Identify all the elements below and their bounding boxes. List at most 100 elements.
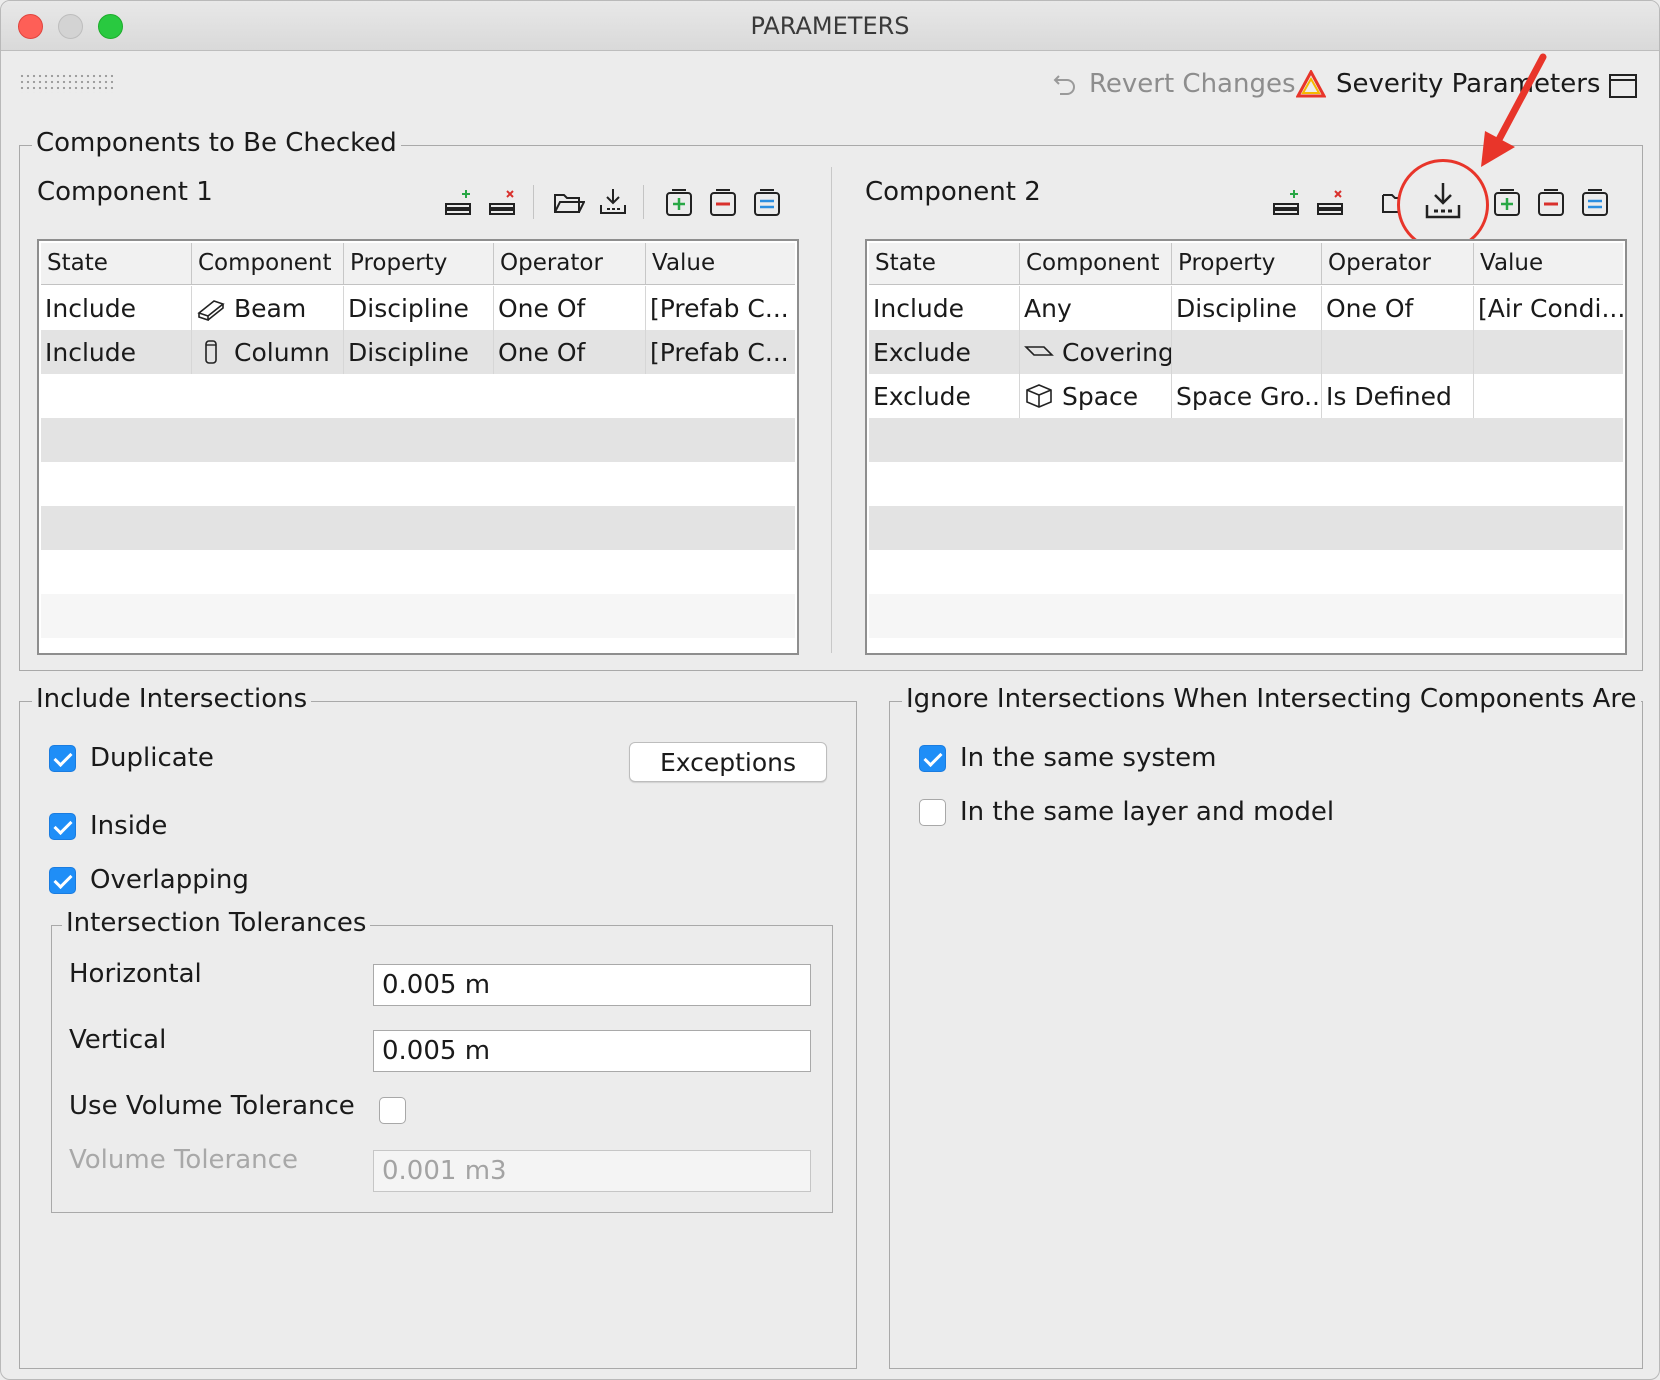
add-group-icon[interactable] bbox=[1491, 187, 1523, 217]
horizontal-field[interactable]: 0.005 m bbox=[373, 964, 811, 1006]
column-header[interactable]: Component bbox=[1020, 243, 1172, 284]
remove-group-icon[interactable] bbox=[1535, 187, 1567, 217]
table-row-empty bbox=[41, 374, 795, 418]
table-row-empty bbox=[41, 506, 795, 550]
property-cell: Space Gro... bbox=[1172, 374, 1322, 418]
remove-group-icon[interactable] bbox=[707, 187, 739, 217]
same-layer-checkbox[interactable] bbox=[919, 798, 946, 826]
open-folder-icon[interactable] bbox=[553, 187, 585, 217]
equal-group-icon[interactable] bbox=[1579, 187, 1611, 217]
title-bar: PARAMETERS bbox=[1, 1, 1659, 51]
component-divider bbox=[831, 167, 832, 653]
value-cell bbox=[1474, 374, 1623, 418]
table-row-empty bbox=[41, 462, 795, 506]
toolbar-separator bbox=[533, 185, 534, 219]
property-cell: Discipline bbox=[1172, 286, 1322, 330]
vertical-label: Vertical bbox=[69, 1025, 167, 1055]
component-name: Space bbox=[1062, 381, 1139, 411]
same-system-checkbox-row[interactable]: In the same system bbox=[919, 743, 1216, 773]
table-row[interactable]: Include Column Discipline One Of [Prefab… bbox=[41, 330, 795, 374]
equal-group-icon[interactable] bbox=[751, 187, 783, 217]
state-cell: Exclude bbox=[869, 374, 1020, 418]
operator-cell: One Of bbox=[1322, 286, 1474, 330]
column-icon bbox=[205, 340, 217, 364]
property-cell: Discipline bbox=[344, 286, 494, 330]
state-cell: Exclude bbox=[869, 330, 1020, 374]
import-icon[interactable] bbox=[597, 187, 629, 217]
horizontal-label: Horizontal bbox=[69, 959, 202, 989]
same-layer-checkbox-row[interactable]: In the same layer and model bbox=[919, 797, 1334, 827]
overlapping-checkbox-row[interactable]: Overlapping bbox=[49, 865, 249, 895]
table-row[interactable]: Exclude Space Space Gro... Is Defined bbox=[869, 374, 1623, 418]
duplicate-checkbox[interactable] bbox=[49, 744, 76, 772]
same-system-checkbox[interactable] bbox=[919, 744, 946, 772]
column-header[interactable]: Property bbox=[1172, 243, 1322, 284]
component-1-table[interactable]: State Component Property Operator Value … bbox=[37, 239, 799, 655]
table-row-empty bbox=[41, 594, 795, 638]
revert-changes-label: Revert Changes bbox=[1089, 69, 1296, 99]
delete-row-icon[interactable] bbox=[487, 187, 519, 217]
component-name: Beam bbox=[234, 293, 307, 323]
state-cell: Include bbox=[41, 286, 192, 330]
value-cell: [Air Condi... bbox=[1478, 293, 1623, 323]
warning-triangle-icon bbox=[1296, 70, 1326, 98]
operator-cell: Is Defined bbox=[1322, 374, 1474, 418]
table-row-empty bbox=[869, 594, 1623, 638]
duplicate-label: Duplicate bbox=[90, 743, 214, 773]
column-header[interactable]: Property bbox=[344, 243, 494, 284]
revert-changes-button[interactable]: Revert Changes bbox=[1051, 69, 1296, 99]
add-row-icon[interactable] bbox=[1271, 187, 1303, 217]
use-volume-tolerance-checkbox[interactable] bbox=[379, 1097, 406, 1124]
space-icon bbox=[1026, 384, 1052, 408]
inside-checkbox[interactable] bbox=[49, 812, 76, 840]
column-header[interactable]: Component bbox=[192, 243, 344, 284]
vertical-field[interactable]: 0.005 m bbox=[373, 1030, 811, 1072]
covering-icon bbox=[1024, 346, 1054, 356]
inside-label: Inside bbox=[90, 811, 168, 841]
same-layer-label: In the same layer and model bbox=[960, 797, 1335, 827]
operator-cell: One Of bbox=[494, 286, 646, 330]
column-header[interactable]: Operator bbox=[494, 243, 646, 284]
column-header[interactable]: Operator bbox=[1322, 243, 1474, 284]
overlapping-label: Overlapping bbox=[90, 865, 249, 895]
column-header[interactable]: Value bbox=[1474, 243, 1623, 284]
table-row[interactable]: Include Any Discipline One Of [Air Condi… bbox=[869, 286, 1623, 330]
state-cell: Include bbox=[41, 330, 192, 374]
value-cell: [Prefab C... bbox=[650, 293, 789, 323]
component-1-label: Component 1 bbox=[37, 177, 213, 207]
inside-checkbox-row[interactable]: Inside bbox=[49, 811, 167, 841]
table-row-empty bbox=[41, 418, 795, 462]
component-cell: Beam bbox=[192, 286, 344, 330]
column-header[interactable]: Value bbox=[646, 243, 795, 284]
exceptions-button[interactable]: Exceptions bbox=[629, 742, 827, 782]
component-2-label: Component 2 bbox=[865, 177, 1041, 207]
component-cell: Space bbox=[1020, 374, 1172, 418]
add-row-icon[interactable] bbox=[443, 187, 475, 217]
column-header[interactable]: State bbox=[41, 243, 192, 284]
include-intersections-title: Include Intersections bbox=[32, 684, 312, 714]
component-2-table[interactable]: State Component Property Operator Value … bbox=[865, 239, 1627, 655]
property-cell: Discipline bbox=[344, 330, 494, 374]
add-group-icon[interactable] bbox=[663, 187, 695, 217]
annotation-arrow bbox=[1481, 53, 1547, 167]
delete-row-icon[interactable] bbox=[1315, 187, 1347, 217]
beam-icon bbox=[197, 300, 225, 321]
window-title: PARAMETERS bbox=[750, 12, 910, 40]
drag-grip-icon[interactable] bbox=[19, 73, 113, 93]
column-header[interactable]: State bbox=[869, 243, 1020, 284]
component-cell: Covering bbox=[1020, 330, 1172, 374]
table-header: State Component Property Operator Value bbox=[869, 243, 1623, 285]
table-header: State Component Property Operator Value bbox=[41, 243, 795, 285]
parameters-window: PARAMETERS Revert Changes Severity Param… bbox=[0, 0, 1660, 1380]
undo-icon bbox=[1053, 75, 1075, 95]
table-body: Include Beam Discipline One Of [Prefab C… bbox=[41, 286, 795, 651]
component-cell: Column bbox=[192, 330, 344, 374]
panel-maximize-icon[interactable] bbox=[1609, 74, 1637, 98]
overlapping-checkbox[interactable] bbox=[49, 866, 76, 894]
table-body: Include Any Discipline One Of [Air Condi… bbox=[869, 286, 1623, 651]
duplicate-checkbox-row[interactable]: Duplicate bbox=[49, 743, 214, 773]
value-cell: [Prefab C... bbox=[650, 337, 789, 367]
intersection-tolerances-title: Intersection Tolerances bbox=[62, 908, 371, 938]
table-row[interactable]: Include Beam Discipline One Of [Prefab C… bbox=[41, 286, 795, 330]
table-row[interactable]: Exclude Covering bbox=[869, 330, 1623, 374]
